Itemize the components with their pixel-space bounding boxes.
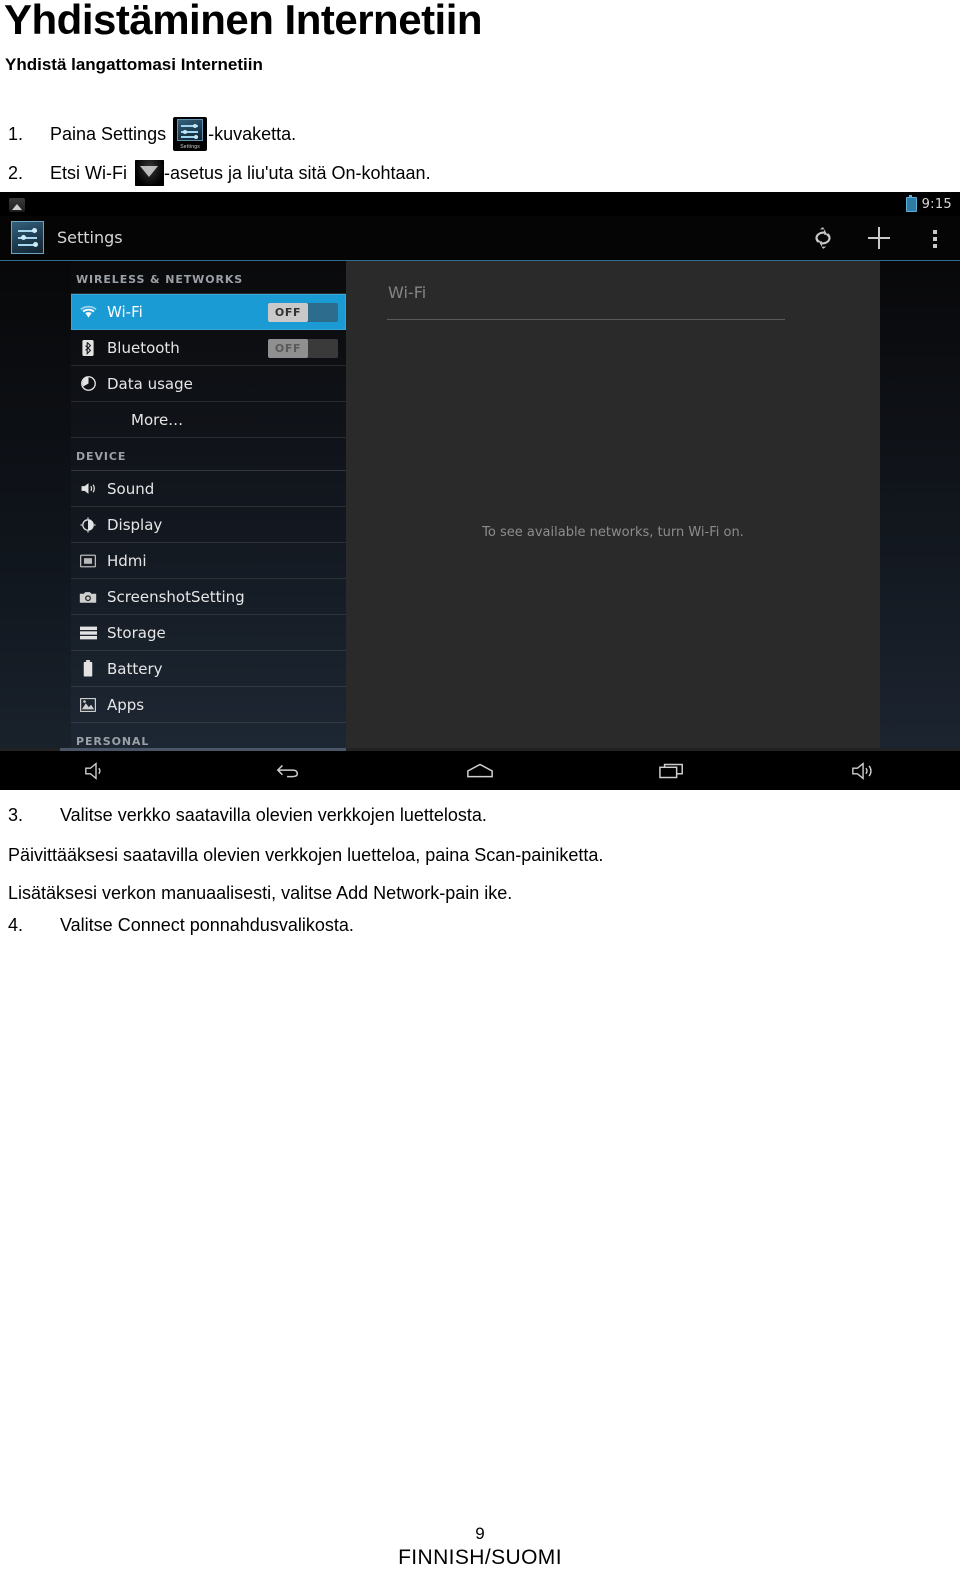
detail-pane-title: Wi-Fi	[388, 283, 427, 302]
footer-language: FINNISH/SUOMI	[398, 1546, 562, 1569]
section-header-device: DEVICE	[71, 438, 346, 471]
settings-app-icon: Settings	[173, 117, 208, 151]
screenshot-capture-icon	[9, 198, 25, 212]
sidebar-item-label: Bluetooth	[107, 338, 180, 357]
sidebar-item-screenshot-setting[interactable]: ScreenshotSetting	[71, 579, 346, 615]
sidebar-item-label: Storage	[107, 623, 166, 642]
step-number: 4.	[8, 915, 24, 935]
hdmi-icon	[76, 554, 100, 568]
sidebar-item-more[interactable]: More…	[71, 402, 346, 438]
step-text: Valitse verkko saatavilla olevien verkko…	[60, 805, 487, 825]
screenshot-icon	[76, 590, 100, 604]
action-bar-title: Settings	[57, 228, 123, 247]
instruction-paragraph-scan: Päivittääksesi saatavilla olevien verkko…	[8, 845, 604, 865]
volume-down-icon[interactable]	[0, 761, 192, 781]
sidebar-item-label: More…	[131, 410, 184, 429]
android-settings-screenshot: 9:15 Settings WIRELESS & NETWORKS Wi-Fi …	[0, 195, 960, 790]
step-text-before: Paina Settings	[50, 123, 167, 144]
status-bar: 9:15	[0, 195, 960, 216]
wifi-tile-icon	[134, 160, 164, 186]
sidebar-item-data-usage[interactable]: Data usage	[71, 366, 346, 402]
detail-pane-divider	[387, 319, 785, 320]
sidebar-item-label: Display	[107, 515, 163, 534]
instruction-paragraph-add-network: Lisätäksesi verkon manuaalisesti, valits…	[8, 883, 513, 903]
page-subtitle: Yhdistä langattomasi Internetiin	[5, 55, 263, 74]
sidebar-item-label: ScreenshotSetting	[107, 587, 245, 606]
bluetooth-toggle[interactable]: OFF	[268, 339, 338, 358]
step-text-after: -kuvaketta.	[208, 123, 297, 144]
wifi-icon	[76, 305, 100, 319]
sidebar-item-wifi[interactable]: Wi-Fi OFF	[71, 294, 346, 330]
battery-icon	[905, 195, 917, 212]
footer-page-number: 9	[475, 1524, 485, 1543]
home-icon[interactable]	[384, 762, 576, 780]
add-network-icon[interactable]	[866, 225, 892, 251]
page-title: Yhdistäminen Internetiin	[4, 0, 483, 43]
step-text-after: -asetus ja liu'uta sitä On-kohtaan.	[163, 162, 431, 183]
back-icon[interactable]	[192, 761, 384, 781]
step-text-before: Etsi Wi-Fi	[50, 162, 127, 183]
instruction-step-1: 1. Paina Settings Settings -kuvaketta.	[8, 117, 296, 151]
sidebar-item-label: Hdmi	[107, 551, 147, 570]
overflow-menu-icon[interactable]	[922, 225, 948, 251]
action-bar: Settings	[0, 216, 960, 261]
instruction-step-2: 2. Etsi Wi-Fi -asetus ja liu'uta sitä On…	[8, 160, 431, 186]
settings-icon[interactable]	[11, 221, 44, 254]
sidebar-item-label: Sound	[107, 479, 155, 498]
pane-left-gutter	[0, 261, 71, 748]
status-clock: 9:15	[921, 197, 952, 212]
step-number: 2.	[8, 162, 24, 183]
sidebar-item-apps[interactable]: Apps	[71, 687, 346, 723]
sidebar-item-display[interactable]: Display	[71, 507, 346, 543]
action-bar-actions	[810, 225, 948, 251]
refresh-icon[interactable]	[810, 225, 836, 251]
storage-icon	[76, 626, 100, 640]
settings-list: WIRELESS & NETWORKS Wi-Fi OFF Bluetooth …	[71, 261, 346, 756]
bluetooth-icon	[76, 339, 100, 356]
wifi-detail-pane: Wi-Fi To see available networks, turn Wi…	[346, 261, 880, 748]
sidebar-item-label: Wi-Fi	[107, 303, 143, 321]
wifi-toggle[interactable]: OFF	[268, 303, 338, 322]
section-header-wireless: WIRELESS & NETWORKS	[71, 261, 346, 294]
sidebar-item-sound[interactable]: Sound	[71, 471, 346, 507]
sidebar-item-storage[interactable]: Storage	[71, 615, 346, 651]
data-usage-icon	[76, 376, 100, 391]
sidebar-item-hdmi[interactable]: Hdmi	[71, 543, 346, 579]
volume-up-icon[interactable]	[768, 761, 960, 781]
display-icon	[76, 516, 100, 533]
sidebar-item-label: Apps	[107, 695, 145, 714]
sidebar-item-label: Data usage	[107, 374, 193, 393]
step-number: 1.	[8, 123, 24, 144]
sidebar-item-label: Battery	[107, 659, 163, 678]
sound-icon	[76, 481, 100, 496]
sidebar-item-bluetooth[interactable]: Bluetooth OFF	[71, 330, 346, 366]
instruction-step-4: 4. Valitse Connect ponnahdusvalikosta.	[8, 915, 354, 936]
settings-list-pane: WIRELESS & NETWORKS Wi-Fi OFF Bluetooth …	[0, 261, 346, 756]
step-text: Valitse Connect ponnahdusvalikosta.	[60, 915, 354, 935]
wifi-toggle-state: OFF	[268, 303, 308, 322]
pane-right-gutter	[880, 261, 960, 748]
detail-pane-empty-message: To see available networks, turn Wi-Fi on…	[482, 525, 744, 540]
battery-icon	[76, 660, 100, 677]
system-navigation-bar	[0, 751, 960, 790]
bluetooth-toggle-state: OFF	[268, 339, 308, 358]
instruction-step-3: 3. Valitse verkko saatavilla olevien ver…	[8, 805, 487, 826]
settings-body: WIRELESS & NETWORKS Wi-Fi OFF Bluetooth …	[0, 261, 960, 756]
sidebar-item-battery[interactable]: Battery	[71, 651, 346, 687]
apps-icon	[76, 697, 100, 712]
recents-icon[interactable]	[576, 762, 768, 780]
step-number: 3.	[8, 805, 24, 825]
